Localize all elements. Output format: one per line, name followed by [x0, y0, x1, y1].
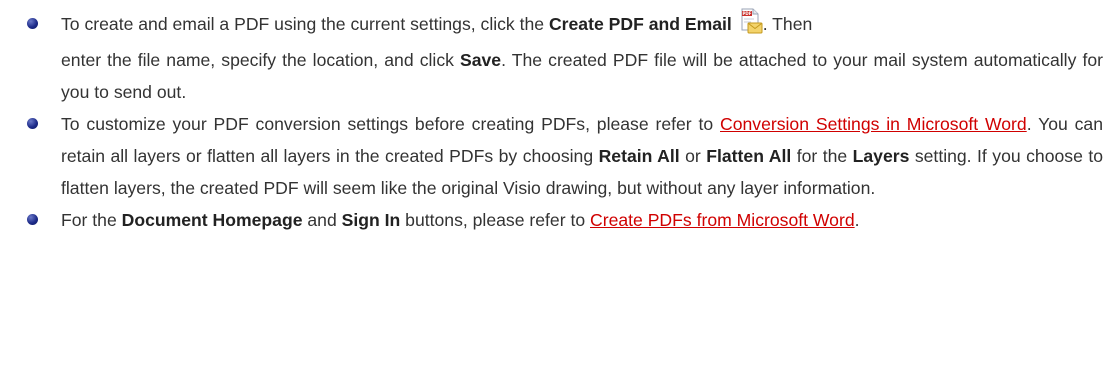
bold-term: Document Homepage — [121, 210, 303, 230]
bullet-icon — [27, 118, 38, 129]
item-text: or — [679, 146, 707, 166]
bold-term: Retain All — [598, 146, 680, 166]
create-pdfs-link[interactable]: Create PDFs from Microsoft Word — [590, 210, 855, 230]
list-item: For the Document Homepage and Sign In bu… — [0, 204, 1117, 236]
item-text: To customize your PDF conversion setting… — [61, 114, 721, 134]
bold-term: Save — [460, 50, 502, 70]
list-item: To create and email a PDF using the curr… — [0, 4, 1117, 108]
item-text: for the — [791, 146, 853, 166]
pdf-email-icon: PDF — [739, 8, 763, 34]
bold-term: Sign In — [341, 210, 401, 230]
item-text: enter the file name, specify the locatio… — [61, 50, 460, 70]
bold-term: Create PDF and Email — [548, 14, 732, 34]
bullet-icon — [27, 18, 38, 29]
item-text: . — [854, 210, 860, 230]
bold-term: Flatten All — [706, 146, 792, 166]
item-text: For the — [61, 210, 122, 230]
item-text: . Then — [762, 14, 813, 34]
bold-term: Layers — [852, 146, 910, 166]
document-page: To create and email a PDF using the curr… — [0, 0, 1117, 387]
bullet-list: To create and email a PDF using the curr… — [0, 4, 1117, 236]
item-text: and — [302, 210, 342, 230]
item-text: buttons, please refer to — [400, 210, 590, 230]
conversion-settings-link[interactable]: Conversion Settings in Microsoft Word — [720, 114, 1027, 134]
bullet-icon — [27, 214, 38, 225]
item-text: To create and email a PDF using the curr… — [61, 14, 549, 34]
svg-text:PDF: PDF — [742, 11, 751, 16]
list-item: To customize your PDF conversion setting… — [0, 108, 1117, 204]
